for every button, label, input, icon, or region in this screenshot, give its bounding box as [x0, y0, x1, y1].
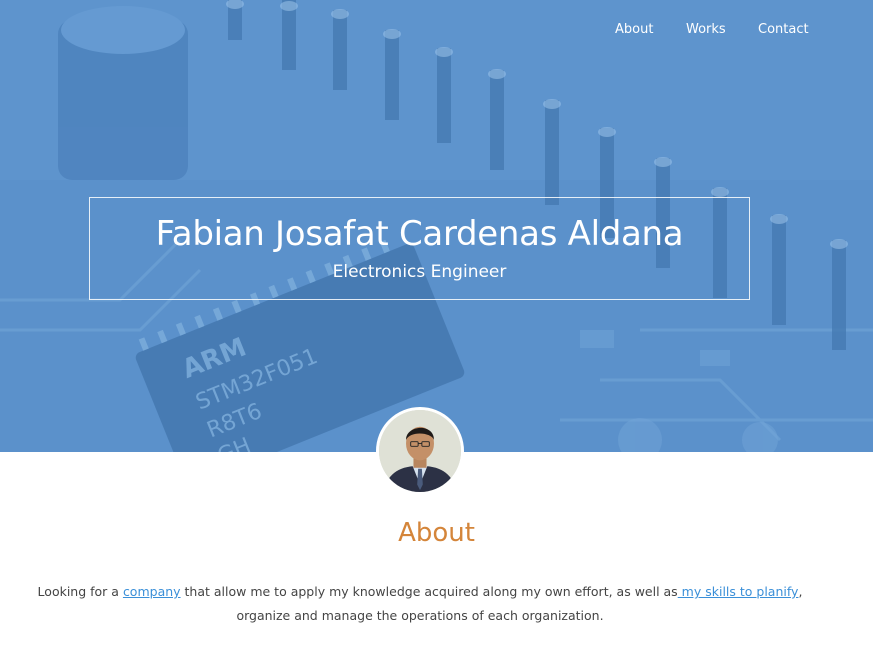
profile-photo — [379, 410, 461, 492]
about-text-part-1: Looking for a — [37, 584, 123, 599]
company-link[interactable]: company — [123, 584, 181, 599]
nav-link-contact[interactable]: Contact — [758, 20, 809, 40]
hero-title-box: Fabian Josafat Cardenas Aldana Electroni… — [89, 197, 750, 300]
person-name: Fabian Josafat Cardenas Aldana — [155, 214, 684, 254]
job-title: Electronics Engineer — [332, 262, 507, 282]
about-text-part-2: that allow me to apply my knowledge acqu… — [180, 584, 678, 599]
nav-link-works[interactable]: Works — [686, 20, 726, 40]
skills-link[interactable]: my skills to planify — [678, 584, 799, 599]
nav-link-about[interactable]: About — [615, 20, 653, 40]
top-navigation: About Works Contact — [0, 20, 873, 40]
about-heading: About — [398, 518, 475, 548]
hero-banner: ARM STM32F051 R8T6 GH About Works Contac… — [0, 0, 873, 452]
about-description: Looking for a company that allow me to a… — [20, 580, 820, 628]
avatar — [376, 407, 464, 495]
